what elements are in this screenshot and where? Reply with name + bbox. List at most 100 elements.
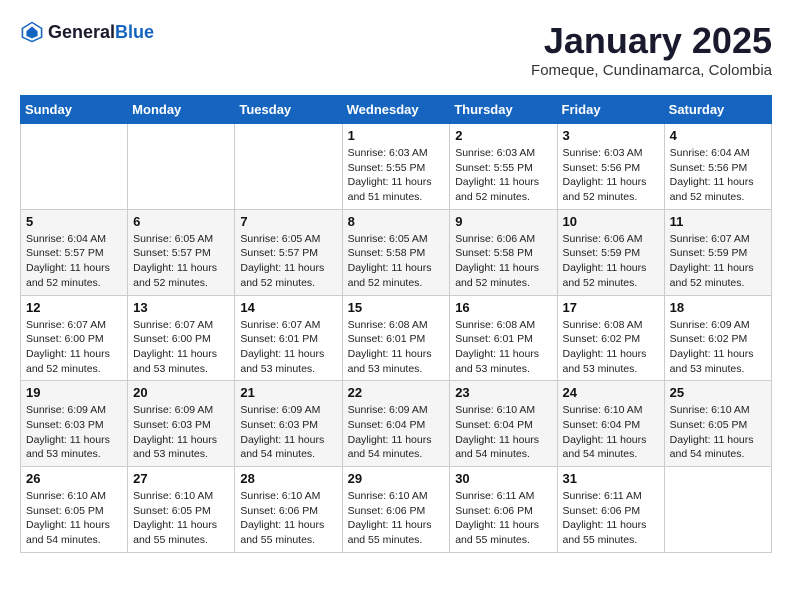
calendar-cell: 20 Sunrise: 6:09 AMSunset: 6:03 PMDayligh… [128,381,235,467]
weekday-header: Friday [557,96,664,124]
calendar-cell: 14 Sunrise: 6:07 AMSunset: 6:01 PMDayligh… [235,295,342,381]
day-number: 4 [670,128,766,143]
day-info: Sunrise: 6:03 AMSunset: 5:56 PMDaylight:… [563,146,659,205]
calendar-cell: 9 Sunrise: 6:06 AMSunset: 5:58 PMDaylight… [450,209,557,295]
calendar-cell: 19Sunrise: 6:09 AMSunset: 6:03 PMDayligh… [21,381,128,467]
day-number: 14 [240,300,336,315]
day-number: 24 [563,385,659,400]
day-info: Sunrise: 6:09 AMSunset: 6:03 PMDaylight:… [133,403,229,462]
day-info: Sunrise: 6:08 AMSunset: 6:01 PMDaylight:… [455,318,551,377]
calendar-cell: 1 Sunrise: 6:03 AMSunset: 5:55 PMDaylight… [342,124,450,210]
calendar-week-row: 12 Sunrise: 6:07 AMSunset: 6:00 PMDayligh… [21,295,772,381]
calendar-table: SundayMondayTuesdayWednesdayThursdayFrid… [20,95,772,553]
day-number: 12 [26,300,122,315]
logo-blue: Blue [115,22,154,42]
day-info: Sunrise: 6:10 AMSunset: 6:05 PMDaylight:… [133,489,229,548]
calendar-cell: 23Sunrise: 6:10 AMSunset: 6:04 PMDayligh… [450,381,557,467]
day-number: 11 [670,214,766,229]
weekday-header: Sunday [21,96,128,124]
day-number: 29 [348,471,445,486]
day-info: Sunrise: 6:03 AMSunset: 5:55 PMDaylight:… [348,146,445,205]
logo-text: GeneralBlue [48,22,154,43]
day-number: 25 [670,385,766,400]
calendar-week-row: 26 Sunrise: 6:10 AMSunset: 6:05 PMDayligh… [21,467,772,553]
day-info: Sunrise: 6:10 AMSunset: 6:06 PMDaylight:… [348,489,445,548]
calendar-cell: 2 Sunrise: 6:03 AMSunset: 5:55 PMDaylight… [450,124,557,210]
calendar-cell: 25 Sunrise: 6:10 AMSunset: 6:05 PMDayligh… [664,381,771,467]
day-info: Sunrise: 6:09 AMSunset: 6:03 PMDaylight:… [26,403,122,462]
calendar-cell: 10Sunrise: 6:06 AMSunset: 5:59 PMDayligh… [557,209,664,295]
month-title: January 2025 [531,20,772,62]
day-info: Sunrise: 6:10 AMSunset: 6:06 PMDaylight:… [240,489,336,548]
calendar-cell: 4 Sunrise: 6:04 AMSunset: 5:56 PMDaylight… [664,124,771,210]
day-number: 26 [26,471,122,486]
calendar-cell [664,467,771,553]
day-info: Sunrise: 6:05 AMSunset: 5:57 PMDaylight:… [133,232,229,291]
day-number: 27 [133,471,229,486]
calendar-cell: 11Sunrise: 6:07 AMSunset: 5:59 PMDayligh… [664,209,771,295]
calendar-cell: 27 Sunrise: 6:10 AMSunset: 6:05 PMDayligh… [128,467,235,553]
day-info: Sunrise: 6:03 AMSunset: 5:55 PMDaylight:… [455,146,551,205]
calendar-week-row: 19Sunrise: 6:09 AMSunset: 6:03 PMDayligh… [21,381,772,467]
day-info: Sunrise: 6:07 AMSunset: 6:01 PMDaylight:… [240,318,336,377]
day-info: Sunrise: 6:04 AMSunset: 5:56 PMDaylight:… [670,146,766,205]
day-number: 5 [26,214,122,229]
calendar-cell: 16 Sunrise: 6:08 AMSunset: 6:01 PMDayligh… [450,295,557,381]
logo-general: General [48,22,115,42]
day-number: 15 [348,300,445,315]
calendar-cell: 29 Sunrise: 6:10 AMSunset: 6:06 PMDayligh… [342,467,450,553]
calendar-cell [128,124,235,210]
day-number: 18 [670,300,766,315]
day-info: Sunrise: 6:09 AMSunset: 6:04 PMDaylight:… [348,403,445,462]
calendar-cell: 18 Sunrise: 6:09 AMSunset: 6:02 PMDayligh… [664,295,771,381]
calendar-week-row: 1 Sunrise: 6:03 AMSunset: 5:55 PMDaylight… [21,124,772,210]
day-info: Sunrise: 6:06 AMSunset: 5:59 PMDaylight:… [563,232,659,291]
weekday-header: Saturday [664,96,771,124]
weekday-header: Thursday [450,96,557,124]
calendar-cell: 13Sunrise: 6:07 AMSunset: 6:00 PMDayligh… [128,295,235,381]
day-info: Sunrise: 6:05 AMSunset: 5:58 PMDaylight:… [348,232,445,291]
day-info: Sunrise: 6:10 AMSunset: 6:05 PMDaylight:… [670,403,766,462]
weekday-header: Wednesday [342,96,450,124]
day-number: 1 [348,128,445,143]
calendar-cell: 15Sunrise: 6:08 AMSunset: 6:01 PMDayligh… [342,295,450,381]
calendar-cell: 7 Sunrise: 6:05 AMSunset: 5:57 PMDaylight… [235,209,342,295]
logo-icon [20,20,44,44]
day-number: 13 [133,300,229,315]
day-number: 3 [563,128,659,143]
calendar-cell [21,124,128,210]
calendar-cell: 30 Sunrise: 6:11 AMSunset: 6:06 PMDayligh… [450,467,557,553]
day-info: Sunrise: 6:04 AMSunset: 5:57 PMDaylight:… [26,232,122,291]
page-header: GeneralBlue January 2025 Fomeque, Cundin… [20,20,772,79]
day-info: Sunrise: 6:07 AMSunset: 6:00 PMDaylight:… [26,318,122,377]
day-info: Sunrise: 6:09 AMSunset: 6:02 PMDaylight:… [670,318,766,377]
weekday-header: Tuesday [235,96,342,124]
day-info: Sunrise: 6:11 AMSunset: 6:06 PMDaylight:… [455,489,551,548]
day-number: 17 [563,300,659,315]
calendar-cell: 5 Sunrise: 6:04 AMSunset: 5:57 PMDaylight… [21,209,128,295]
day-number: 21 [240,385,336,400]
calendar-cell: 17Sunrise: 6:08 AMSunset: 6:02 PMDayligh… [557,295,664,381]
day-number: 30 [455,471,551,486]
calendar-cell: 12 Sunrise: 6:07 AMSunset: 6:00 PMDayligh… [21,295,128,381]
calendar-cell: 22 Sunrise: 6:09 AMSunset: 6:04 PMDayligh… [342,381,450,467]
day-info: Sunrise: 6:11 AMSunset: 6:06 PMDaylight:… [563,489,659,548]
day-number: 6 [133,214,229,229]
day-info: Sunrise: 6:09 AMSunset: 6:03 PMDaylight:… [240,403,336,462]
calendar-cell: 31 Sunrise: 6:11 AMSunset: 6:06 PMDayligh… [557,467,664,553]
day-number: 22 [348,385,445,400]
calendar-week-row: 5 Sunrise: 6:04 AMSunset: 5:57 PMDaylight… [21,209,772,295]
day-info: Sunrise: 6:10 AMSunset: 6:05 PMDaylight:… [26,489,122,548]
day-number: 2 [455,128,551,143]
day-number: 23 [455,385,551,400]
calendar-cell: 28Sunrise: 6:10 AMSunset: 6:06 PMDayligh… [235,467,342,553]
day-number: 7 [240,214,336,229]
day-number: 31 [563,471,659,486]
calendar-cell: 24Sunrise: 6:10 AMSunset: 6:04 PMDayligh… [557,381,664,467]
day-number: 16 [455,300,551,315]
day-info: Sunrise: 6:05 AMSunset: 5:57 PMDaylight:… [240,232,336,291]
day-info: Sunrise: 6:06 AMSunset: 5:58 PMDaylight:… [455,232,551,291]
day-number: 20 [133,385,229,400]
calendar-cell [235,124,342,210]
day-number: 9 [455,214,551,229]
